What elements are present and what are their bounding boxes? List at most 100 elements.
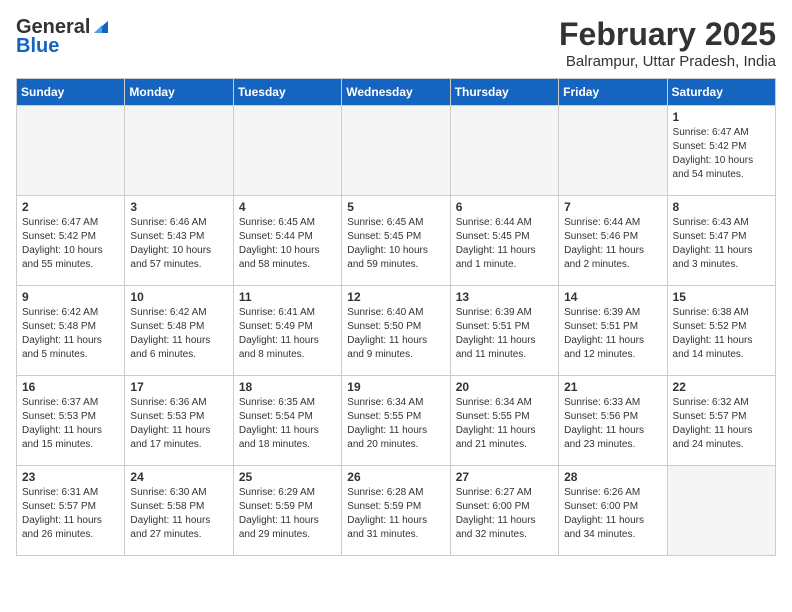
page-header: General Blue February 2025 Balrampur, Ut… <box>16 16 776 70</box>
weekday-header-wednesday: Wednesday <box>342 79 450 106</box>
day-number: 3 <box>130 200 227 214</box>
month-title: February 2025 <box>559 16 776 53</box>
calendar-cell <box>17 106 125 196</box>
day-info: Sunrise: 6:37 AM Sunset: 5:53 PM Dayligh… <box>22 396 119 452</box>
day-number: 17 <box>130 380 227 394</box>
calendar-cell: 9 Sunrise: 6:42 AM Sunset: 5:48 PM Daylig… <box>17 286 125 376</box>
day-number: 14 <box>564 290 661 304</box>
day-number: 15 <box>673 290 770 304</box>
calendar-week-3: 16 Sunrise: 6:37 AM Sunset: 5:53 PM Dayli… <box>17 376 776 466</box>
calendar-cell <box>233 106 341 196</box>
location-subtitle: Balrampur, Uttar Pradesh, India <box>559 53 776 70</box>
day-info: Sunrise: 6:44 AM Sunset: 5:46 PM Dayligh… <box>564 216 661 272</box>
day-number: 16 <box>22 380 119 394</box>
calendar-cell: 18 Sunrise: 6:35 AM Sunset: 5:54 PM Dayli… <box>233 376 341 466</box>
calendar-cell: 2 Sunrise: 6:47 AM Sunset: 5:42 PM Daylig… <box>17 196 125 286</box>
day-number: 12 <box>347 290 444 304</box>
calendar-cell: 12Sunrise: 6:40 AM Sunset: 5:50 PM Dayli… <box>342 286 450 376</box>
weekday-header-row: SundayMondayTuesdayWednesdayThursdayFrid… <box>17 79 776 106</box>
calendar-cell: 10 Sunrise: 6:42 AM Sunset: 5:48 PM Dayli… <box>125 286 233 376</box>
weekday-header-saturday: Saturday <box>667 79 775 106</box>
calendar-table: SundayMondayTuesdayWednesdayThursdayFrid… <box>16 78 776 556</box>
day-info: Sunrise: 6:42 AM Sunset: 5:48 PM Dayligh… <box>22 306 119 362</box>
calendar-week-4: 23Sunrise: 6:31 AM Sunset: 5:57 PM Dayli… <box>17 466 776 556</box>
calendar-cell: 6 Sunrise: 6:44 AM Sunset: 5:45 PM Daylig… <box>450 196 558 286</box>
calendar-cell: 13 Sunrise: 6:39 AM Sunset: 5:51 PM Dayli… <box>450 286 558 376</box>
day-info: Sunrise: 6:34 AM Sunset: 5:55 PM Dayligh… <box>347 396 444 452</box>
logo-blue-text: Blue <box>16 35 59 58</box>
day-number: 2 <box>22 200 119 214</box>
day-info: Sunrise: 6:34 AM Sunset: 5:55 PM Dayligh… <box>456 396 553 452</box>
day-info: Sunrise: 6:44 AM Sunset: 5:45 PM Dayligh… <box>456 216 553 272</box>
day-number: 11 <box>239 290 336 304</box>
day-number: 20 <box>456 380 553 394</box>
day-info: Sunrise: 6:36 AM Sunset: 5:53 PM Dayligh… <box>130 396 227 452</box>
calendar-cell <box>559 106 667 196</box>
calendar-cell: 7 Sunrise: 6:44 AM Sunset: 5:46 PM Daylig… <box>559 196 667 286</box>
day-info: Sunrise: 6:35 AM Sunset: 5:54 PM Dayligh… <box>239 396 336 452</box>
day-number: 27 <box>456 470 553 484</box>
calendar-cell: 25 Sunrise: 6:29 AM Sunset: 5:59 PM Dayli… <box>233 466 341 556</box>
day-number: 13 <box>456 290 553 304</box>
day-number: 10 <box>130 290 227 304</box>
weekday-header-thursday: Thursday <box>450 79 558 106</box>
calendar-cell: 24 Sunrise: 6:30 AM Sunset: 5:58 PM Dayli… <box>125 466 233 556</box>
day-number: 9 <box>22 290 119 304</box>
day-info: Sunrise: 6:46 AM Sunset: 5:43 PM Dayligh… <box>130 216 227 272</box>
calendar-cell <box>342 106 450 196</box>
day-info: Sunrise: 6:30 AM Sunset: 5:58 PM Dayligh… <box>130 486 227 542</box>
day-number: 25 <box>239 470 336 484</box>
weekday-header-monday: Monday <box>125 79 233 106</box>
day-info: Sunrise: 6:45 AM Sunset: 5:44 PM Dayligh… <box>239 216 336 272</box>
calendar-cell: 11 Sunrise: 6:41 AM Sunset: 5:49 PM Dayli… <box>233 286 341 376</box>
day-number: 19 <box>347 380 444 394</box>
day-number: 21 <box>564 380 661 394</box>
day-info: Sunrise: 6:39 AM Sunset: 5:51 PM Dayligh… <box>456 306 553 362</box>
day-info: Sunrise: 6:38 AM Sunset: 5:52 PM Dayligh… <box>673 306 770 362</box>
calendar-cell <box>667 466 775 556</box>
day-number: 18 <box>239 380 336 394</box>
calendar-cell: 14 Sunrise: 6:39 AM Sunset: 5:51 PM Dayli… <box>559 286 667 376</box>
day-info: Sunrise: 6:26 AM Sunset: 6:00 PM Dayligh… <box>564 486 661 542</box>
day-info: Sunrise: 6:28 AM Sunset: 5:59 PM Dayligh… <box>347 486 444 542</box>
calendar-cell: 27 Sunrise: 6:27 AM Sunset: 6:00 PM Dayli… <box>450 466 558 556</box>
day-number: 24 <box>130 470 227 484</box>
day-info: Sunrise: 6:42 AM Sunset: 5:48 PM Dayligh… <box>130 306 227 362</box>
calendar-cell: 19 Sunrise: 6:34 AM Sunset: 5:55 PM Dayli… <box>342 376 450 466</box>
calendar-week-2: 9 Sunrise: 6:42 AM Sunset: 5:48 PM Daylig… <box>17 286 776 376</box>
day-number: 1 <box>673 110 770 124</box>
calendar-cell: 5 Sunrise: 6:45 AM Sunset: 5:45 PM Daylig… <box>342 196 450 286</box>
day-number: 8 <box>673 200 770 214</box>
day-number: 26 <box>347 470 444 484</box>
day-number: 5 <box>347 200 444 214</box>
day-info: Sunrise: 6:32 AM Sunset: 5:57 PM Dayligh… <box>673 396 770 452</box>
calendar-cell: 3 Sunrise: 6:46 AM Sunset: 5:43 PM Daylig… <box>125 196 233 286</box>
calendar-cell: 8Sunrise: 6:43 AM Sunset: 5:47 PM Daylig… <box>667 196 775 286</box>
calendar-cell: 22Sunrise: 6:32 AM Sunset: 5:57 PM Dayli… <box>667 376 775 466</box>
day-info: Sunrise: 6:41 AM Sunset: 5:49 PM Dayligh… <box>239 306 336 362</box>
day-info: Sunrise: 6:47 AM Sunset: 5:42 PM Dayligh… <box>673 126 770 182</box>
calendar-cell: 15 Sunrise: 6:38 AM Sunset: 5:52 PM Dayli… <box>667 286 775 376</box>
calendar-cell: 20 Sunrise: 6:34 AM Sunset: 5:55 PM Dayli… <box>450 376 558 466</box>
day-number: 7 <box>564 200 661 214</box>
day-number: 4 <box>239 200 336 214</box>
weekday-header-sunday: Sunday <box>17 79 125 106</box>
calendar-cell: 23Sunrise: 6:31 AM Sunset: 5:57 PM Dayli… <box>17 466 125 556</box>
weekday-header-friday: Friday <box>559 79 667 106</box>
day-info: Sunrise: 6:33 AM Sunset: 5:56 PM Dayligh… <box>564 396 661 452</box>
calendar-cell: 4 Sunrise: 6:45 AM Sunset: 5:44 PM Daylig… <box>233 196 341 286</box>
calendar-cell <box>450 106 558 196</box>
weekday-header-tuesday: Tuesday <box>233 79 341 106</box>
logo-icon <box>92 17 110 35</box>
day-info: Sunrise: 6:39 AM Sunset: 5:51 PM Dayligh… <box>564 306 661 362</box>
day-info: Sunrise: 6:45 AM Sunset: 5:45 PM Dayligh… <box>347 216 444 272</box>
day-info: Sunrise: 6:27 AM Sunset: 6:00 PM Dayligh… <box>456 486 553 542</box>
day-number: 6 <box>456 200 553 214</box>
calendar-week-0: 1 Sunrise: 6:47 AM Sunset: 5:42 PM Daylig… <box>17 106 776 196</box>
day-number: 28 <box>564 470 661 484</box>
calendar-cell: 21 Sunrise: 6:33 AM Sunset: 5:56 PM Dayli… <box>559 376 667 466</box>
calendar-cell: 16 Sunrise: 6:37 AM Sunset: 5:53 PM Dayli… <box>17 376 125 466</box>
title-block: February 2025 Balrampur, Uttar Pradesh, … <box>559 16 776 70</box>
day-info: Sunrise: 6:29 AM Sunset: 5:59 PM Dayligh… <box>239 486 336 542</box>
day-info: Sunrise: 6:47 AM Sunset: 5:42 PM Dayligh… <box>22 216 119 272</box>
